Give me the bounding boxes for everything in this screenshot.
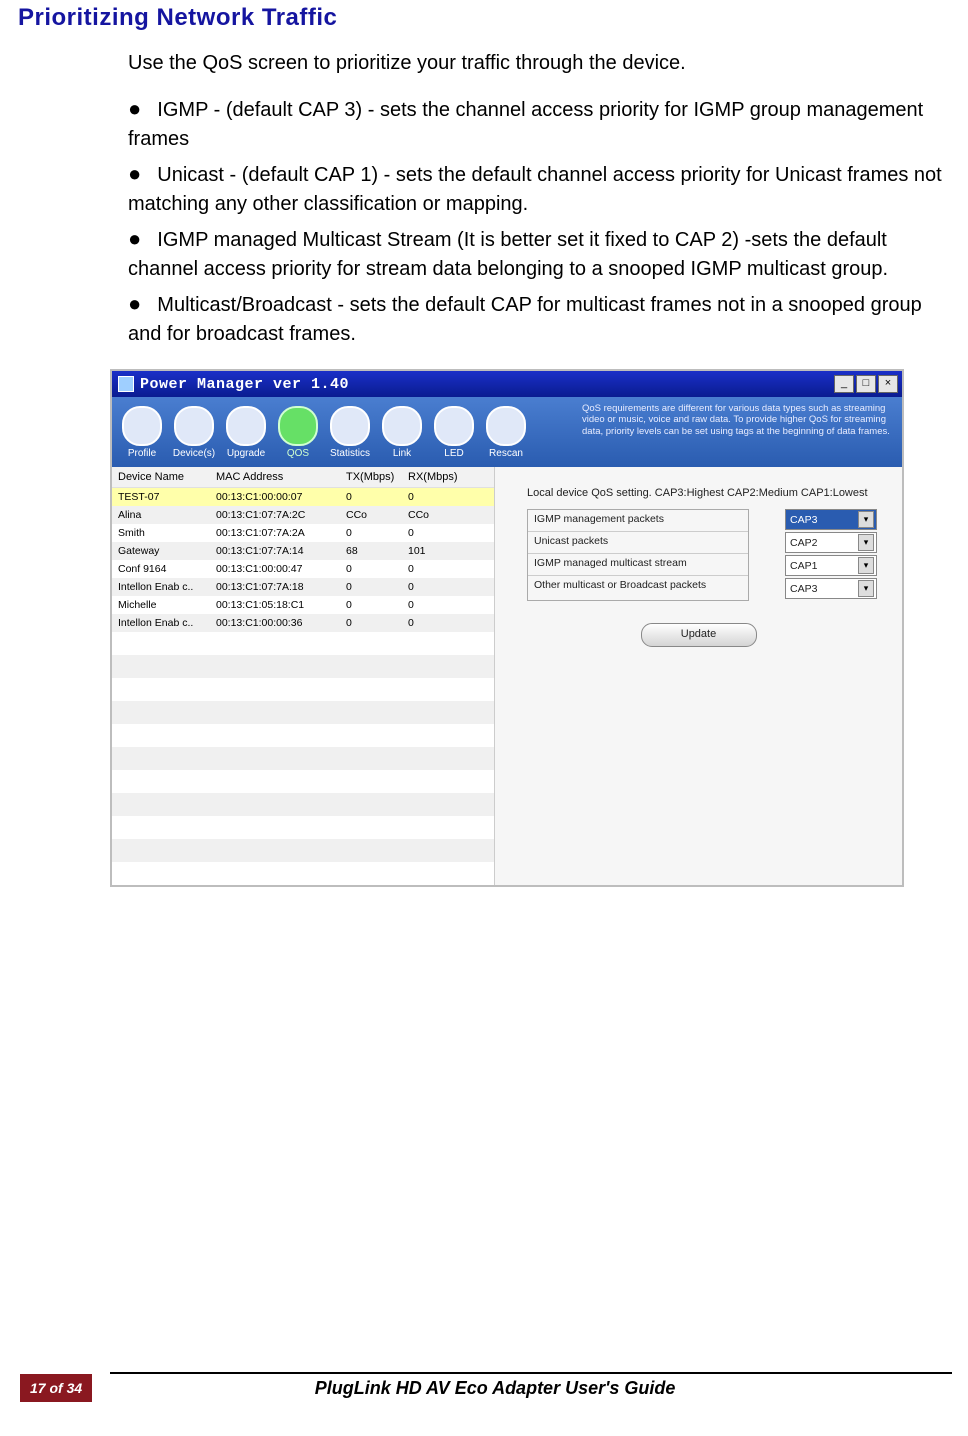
devices-icon <box>174 406 214 446</box>
app-icon <box>118 376 134 392</box>
link-icon <box>382 406 422 446</box>
guide-title: PlugLink HD AV Eco Adapter User's Guide <box>92 1378 968 1399</box>
titlebar: Power Manager ver 1.40 _ □ × <box>112 371 902 397</box>
tab-upgrade[interactable]: Upgrade <box>222 406 270 459</box>
embedded-app-window: Power Manager ver 1.40 _ □ × Profile Dev… <box>110 369 904 887</box>
tab-link[interactable]: Link <box>378 406 426 459</box>
bullet-item: Multicast/Broadcast - sets the default C… <box>128 294 922 345</box>
close-button[interactable]: × <box>878 375 898 393</box>
section-title: Prioritizing Network Traffic <box>18 4 950 32</box>
table-row[interactable]: Intellon Enab c..00:13:C1:00:00:3600 <box>112 614 494 632</box>
table-row[interactable]: Michelle00:13:C1:05:18:C100 <box>112 596 494 614</box>
window-title: Power Manager ver 1.40 <box>140 376 834 393</box>
qos-settings-labels: IGMP management packets Unicast packets … <box>527 509 749 601</box>
local-qos-label: Local device QoS setting. CAP3:Highest C… <box>527 487 890 499</box>
update-button[interactable]: Update <box>641 623 757 647</box>
upgrade-icon <box>226 406 266 446</box>
toolbar: Profile Device(s) Upgrade QOS Statistics… <box>112 397 902 467</box>
cap-select-igmp[interactable]: CAP3 <box>785 509 877 530</box>
device-table-header: Device Name MAC Address TX(Mbps) RX(Mbps… <box>112 467 494 488</box>
cap-select-other[interactable]: CAP3 <box>785 578 877 599</box>
page-number: 17 of 34 <box>20 1374 92 1402</box>
tab-rescan[interactable]: Rescan <box>482 406 530 459</box>
tab-statistics[interactable]: Statistics <box>326 406 374 459</box>
table-row[interactable]: Gateway00:13:C1:07:7A:1468101 <box>112 542 494 560</box>
tab-profile[interactable]: Profile <box>118 406 166 459</box>
intro-text: Use the QoS screen to prioritize your tr… <box>128 52 950 75</box>
people-icon <box>122 406 162 446</box>
qos-description: QoS requirements are different for vario… <box>582 403 892 437</box>
cap-select-multicast-stream[interactable]: CAP1 <box>785 555 877 576</box>
table-row[interactable]: Conf 916400:13:C1:00:00:4700 <box>112 560 494 578</box>
qos-icon <box>278 406 318 446</box>
device-table-body: TEST-0700:13:C1:00:00:0700Alina00:13:C1:… <box>112 488 494 632</box>
rescan-icon <box>486 406 526 446</box>
tab-qos[interactable]: QOS <box>274 406 322 459</box>
table-row[interactable]: TEST-0700:13:C1:00:00:0700 <box>112 488 494 506</box>
page-footer: 17 of 34 PlugLink HD AV Eco Adapter User… <box>0 1372 968 1416</box>
bullet-item: IGMP managed Multicast Stream (It is bet… <box>128 229 888 280</box>
cap-select-unicast[interactable]: CAP2 <box>785 532 877 553</box>
bullet-list: ●IGMP - (default CAP 3) - sets the chann… <box>128 93 950 349</box>
minimize-button[interactable]: _ <box>834 375 854 393</box>
bullet-item: Unicast - (default CAP 1) - sets the def… <box>128 164 942 215</box>
table-row[interactable]: Smith00:13:C1:07:7A:2A00 <box>112 524 494 542</box>
table-row[interactable]: Alina00:13:C1:07:7A:2CCCoCCo <box>112 506 494 524</box>
maximize-button[interactable]: □ <box>856 375 876 393</box>
tab-led[interactable]: LED <box>430 406 478 459</box>
tab-devices[interactable]: Device(s) <box>170 406 218 459</box>
bullet-item: IGMP - (default CAP 3) - sets the channe… <box>128 99 923 150</box>
statistics-icon <box>330 406 370 446</box>
led-icon <box>434 406 474 446</box>
table-row[interactable]: Intellon Enab c..00:13:C1:07:7A:1800 <box>112 578 494 596</box>
